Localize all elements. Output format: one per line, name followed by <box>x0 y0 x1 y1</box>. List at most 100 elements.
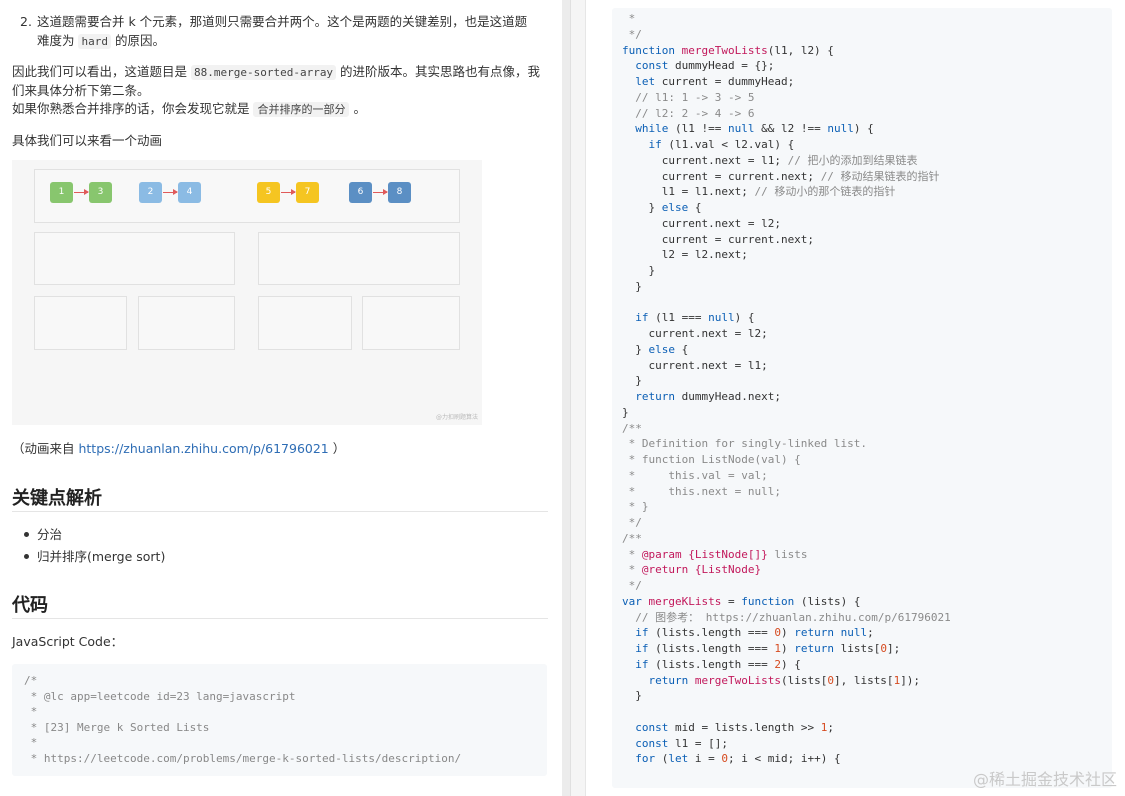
code-line: // 图参考： https://zhuanlan.zhihu.com/p/617… <box>622 610 951 624</box>
code-line: * @return {ListNode} <box>622 563 762 577</box>
code-line: * <box>24 705 38 718</box>
anim-node: 3 <box>89 182 112 203</box>
item2-line1: 这道题需要合并 k 个元素，那道则只需要合并两个。这个是两题的关键差别，也是这道… <box>37 14 527 30</box>
code-lines: * */ function mergeTwoLists(l1, l2) { con… <box>622 11 951 767</box>
code-line: current.next = l2; <box>622 327 768 340</box>
code-line: * this.next = null; <box>622 484 781 498</box>
code-line: let current = dummyHead; <box>635 75 795 88</box>
bullet-item: 分治 <box>37 527 63 542</box>
code-pane: * */ function mergeTwoLists(l1, l2) { con… <box>586 0 1125 796</box>
anim-node: 1 <box>50 182 73 203</box>
inline-highlight: 合并排序的一部分 <box>253 102 350 117</box>
code-line: current = current.next; // 移动结果链表的指针 <box>622 169 940 183</box>
arrow-icon <box>281 189 296 195</box>
code-line: if (l1 === null) { <box>635 311 755 325</box>
code-line: * <box>622 12 636 25</box>
item2-line2: 难度为 hard 的原因。 <box>37 33 165 50</box>
bullet-icon <box>24 554 29 559</box>
para1-line1: 因此我们可以看出，这道题目是 88.merge-sorted-array 的进阶… <box>12 64 540 81</box>
inline-code-merge-sorted-array: 88.merge-sorted-array <box>190 65 337 80</box>
code-line: * } <box>622 500 649 514</box>
code-line: current = current.next; <box>622 232 815 246</box>
para1-line2: 们来具体分析下第二条。 <box>12 83 150 98</box>
code-line: l1 = l1.next; // 移动小的那个链表的指针 <box>622 185 896 199</box>
code-line: * this.val = val; <box>622 468 768 482</box>
code-line: } else { <box>622 201 702 214</box>
code-line: */ <box>622 579 642 592</box>
code-line: } <box>622 405 629 419</box>
para2: 具体我们可以来看一个动画 <box>12 133 163 148</box>
code-line: current.next = l2; <box>622 216 781 230</box>
para1-text-b: 的进阶版本。其实思路也有点像，我 <box>336 64 541 79</box>
code-line: while (l1 !== null && l2 !== null) { <box>635 122 874 136</box>
scrollbar[interactable] <box>570 0 586 796</box>
para1-text-c: 如果你熟悉合并排序的话，你会发现它就是 <box>12 101 254 116</box>
site-watermark: @稀土掘金技术社区 <box>972 770 1117 789</box>
animation-source: （动画来自 https://zhuanlan.zhihu.com/p/61796… <box>12 441 345 457</box>
code-line: * [23] Merge k Sorted Lists <box>24 721 210 734</box>
code-line: const dummyHead = {}; <box>635 59 775 73</box>
code-line: } else { <box>622 342 689 356</box>
anim-node: 5 <box>257 182 280 203</box>
heading-key-points: 关键点解析 <box>12 488 102 509</box>
code-line: /** <box>622 421 642 435</box>
code-line: // l2: 2 -> 4 -> 6 <box>622 106 755 120</box>
arrow-icon <box>163 189 178 195</box>
code-line: current.next = l1; <box>622 358 768 372</box>
anim-node: 8 <box>388 182 411 203</box>
code-line: return mergeTwoLists(lists[0], lists[1])… <box>648 673 921 687</box>
code-line: return dummyHead.next; <box>635 390 781 403</box>
code-line: * Definition for singly-linked list. <box>622 437 868 451</box>
list-number: 2. <box>20 14 32 29</box>
anim-merge-box <box>258 296 352 350</box>
code-line: } <box>622 689 642 703</box>
image-watermark: @力扣刷题算法 <box>435 414 478 421</box>
source-text-b: ） <box>328 441 346 456</box>
code-line: * @lc app=leetcode id=23 lang=javascript <box>24 690 296 703</box>
code-line: /* <box>24 674 38 687</box>
anim-merge-box <box>34 232 235 285</box>
code-block: /* * @lc app=leetcode id=23 lang=javascr… <box>12 664 547 776</box>
bullet-icon <box>24 532 29 537</box>
item2-text-a: 难度为 <box>37 33 79 48</box>
code-line: // l1: 1 -> 3 -> 5 <box>622 90 755 104</box>
code-line: } <box>622 374 642 388</box>
item2-text-b: 的原因。 <box>110 33 165 48</box>
code-line: } <box>622 279 642 293</box>
heading-code: 代码 <box>12 595 48 616</box>
anim-node: 2 <box>139 182 162 203</box>
code-line: */ <box>622 27 642 41</box>
code-line: * https://leetcode.com/problems/merge-k-… <box>24 752 462 765</box>
arrow-icon <box>74 189 89 195</box>
para1-line3: 如果你熟悉合并排序的话，你会发现它就是 合并排序的一部分 。 <box>12 101 366 118</box>
code-line: const mid = lists.length >> 1; <box>635 720 834 734</box>
code-line: var mergeKLists = function (lists) { <box>622 594 861 608</box>
source-text-a: （动画来自 <box>12 441 79 456</box>
bullet-item: 归并排序(merge sort) <box>37 549 166 564</box>
anim-node: 7 <box>296 182 319 203</box>
code-line: if (l1.val < l2.val) { <box>648 138 795 151</box>
code-line: current.next = l1; // 把小的添加到结果链表 <box>622 153 918 167</box>
code-language-label: JavaScript Code： <box>12 634 124 649</box>
code-line: for (let i = 0; i < mid; i++) { <box>635 752 841 766</box>
divider <box>12 618 548 619</box>
arrow-icon <box>373 189 388 195</box>
merge-animation-image: 1 3 2 4 5 7 6 8 @力扣刷题算法 <box>12 160 482 425</box>
code-line: /** <box>622 531 642 545</box>
anim-merge-box <box>362 296 460 350</box>
para1-text-d: 。 <box>349 101 366 116</box>
code-line: } <box>622 264 656 277</box>
para1-text-a: 因此我们可以看出，这道题目是 <box>12 64 191 79</box>
inline-code-hard: hard <box>78 34 111 49</box>
anim-node: 4 <box>178 182 201 203</box>
item2-text: 这道题需要合并 k 个元素，那道则只需要合并两个。这个是两题的关键差别，也是这道… <box>37 14 528 29</box>
code-block: * */ function mergeTwoLists(l1, l2) { con… <box>612 8 1112 788</box>
code-line: */ <box>622 516 642 529</box>
code-line: const l1 = []; <box>635 736 728 750</box>
source-link[interactable]: https://zhuanlan.zhihu.com/p/61796021 <box>78 441 328 456</box>
pane-divider[interactable] <box>562 0 570 796</box>
code-line: if (lists.length === 0) return null; <box>635 626 874 640</box>
divider <box>12 511 548 512</box>
anim-node: 6 <box>349 182 372 203</box>
